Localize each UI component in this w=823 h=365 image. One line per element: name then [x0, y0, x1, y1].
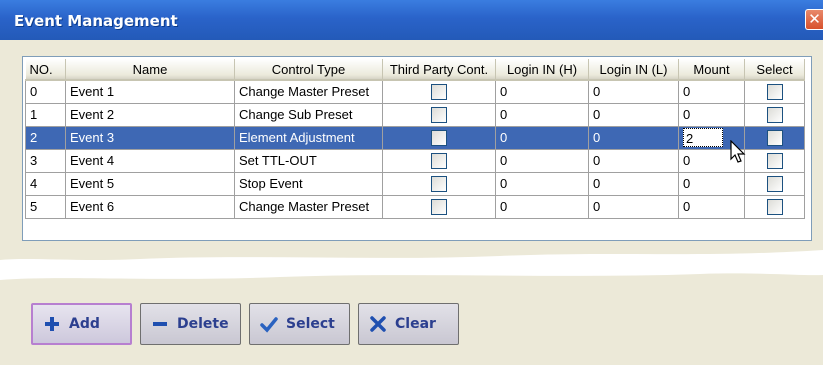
- header-mount[interactable]: Mount: [678, 59, 745, 81]
- cell-mount[interactable]: 0: [678, 172, 745, 196]
- select-checkbox[interactable]: [766, 152, 783, 169]
- mouse-pointer-icon: [730, 140, 746, 163]
- header-no[interactable]: NO.: [25, 59, 66, 81]
- cell-control-type[interactable]: Change Master Preset: [234, 195, 383, 219]
- third-party-checkbox[interactable]: [431, 198, 447, 215]
- select-checkbox[interactable]: [766, 175, 783, 192]
- select-checkbox[interactable]: [766, 198, 783, 215]
- header-name[interactable]: Name: [65, 59, 235, 81]
- cell-control-type[interactable]: Set TTL-OUT: [234, 149, 383, 173]
- delete-button[interactable]: Delete: [140, 303, 241, 345]
- cell-select: [744, 103, 805, 127]
- cell-select: [744, 149, 805, 173]
- cell-third-party: [382, 103, 496, 127]
- cell-control-type[interactable]: Element Adjustment: [234, 126, 383, 150]
- cell-login-h[interactable]: 0: [495, 103, 589, 127]
- cell-login-h[interactable]: 0: [495, 195, 589, 219]
- header-control-type[interactable]: Control Type: [234, 59, 383, 81]
- cell-mount[interactable]: 0: [678, 195, 745, 219]
- table-row[interactable]: 5 Event 6 Change Master Preset 0 0 0: [25, 195, 805, 219]
- cell-login-l[interactable]: 0: [588, 103, 679, 127]
- third-party-checkbox[interactable]: [431, 175, 447, 192]
- table-header-row: NO. Name Control Type Third Party Cont. …: [25, 59, 805, 81]
- cell-control-type[interactable]: Stop Event: [234, 172, 383, 196]
- header-login-h[interactable]: Login IN (H): [495, 59, 589, 81]
- mount-edit-input[interactable]: 2: [683, 128, 723, 147]
- cell-select: [744, 126, 805, 150]
- cell-control-type[interactable]: Change Master Preset: [234, 80, 383, 104]
- cell-login-l[interactable]: 0: [588, 149, 679, 173]
- cell-login-l[interactable]: 0: [588, 195, 679, 219]
- cell-third-party: [382, 172, 496, 196]
- third-party-checkbox[interactable]: [431, 106, 447, 123]
- cell-name[interactable]: Event 1: [65, 80, 235, 104]
- table-row[interactable]: 4 Event 5 Stop Event 0 0 0: [25, 172, 805, 196]
- cell-control-type[interactable]: Change Sub Preset: [234, 103, 383, 127]
- close-icon: ✕: [808, 10, 821, 28]
- select-checkbox[interactable]: [766, 129, 783, 146]
- cell-third-party: [382, 195, 496, 219]
- torn-edge-separator: [0, 246, 823, 288]
- table-row[interactable]: 1 Event 2 Change Sub Preset 0 0 0: [25, 103, 805, 127]
- cell-no: 0: [25, 80, 66, 104]
- third-party-checkbox[interactable]: [431, 152, 447, 169]
- cell-third-party: [382, 126, 496, 150]
- header-login-l[interactable]: Login IN (L): [588, 59, 679, 81]
- select-checkbox[interactable]: [766, 84, 783, 101]
- cell-name[interactable]: Event 2: [65, 103, 235, 127]
- cell-login-l[interactable]: 0: [588, 80, 679, 104]
- event-table-container: NO. Name Control Type Third Party Cont. …: [22, 56, 812, 241]
- cell-login-l[interactable]: 0: [588, 126, 679, 150]
- add-button[interactable]: Add: [31, 303, 132, 345]
- cell-third-party: [382, 80, 496, 104]
- cell-select: [744, 80, 805, 104]
- title-bar: Event Management ✕: [0, 0, 823, 41]
- clear-button-label: Clear: [395, 316, 436, 332]
- third-party-checkbox[interactable]: [431, 84, 447, 101]
- table-row[interactable]: 0 Event 1 Change Master Preset 0 0 0: [25, 80, 805, 104]
- cell-login-h[interactable]: 0: [495, 126, 589, 150]
- close-button[interactable]: ✕: [805, 9, 823, 30]
- minus-icon: [153, 322, 167, 326]
- event-table: NO. Name Control Type Third Party Cont. …: [25, 59, 805, 219]
- cell-no: 3: [25, 149, 66, 173]
- cell-no: 4: [25, 172, 66, 196]
- select-button[interactable]: Select: [249, 303, 350, 345]
- header-select[interactable]: Select: [744, 59, 805, 81]
- cell-mount[interactable]: 0: [678, 80, 745, 104]
- cell-login-l[interactable]: 0: [588, 172, 679, 196]
- cell-no: 1: [25, 103, 66, 127]
- table-row-selected[interactable]: 2 Event 3 Element Adjustment 0 0 2: [25, 126, 805, 150]
- cell-mount[interactable]: 0: [678, 103, 745, 127]
- cell-login-h[interactable]: 0: [495, 149, 589, 173]
- cell-login-h[interactable]: 0: [495, 172, 589, 196]
- window-title: Event Management: [14, 12, 178, 30]
- select-button-label: Select: [286, 316, 335, 332]
- cell-no: 2: [25, 126, 66, 150]
- cell-name[interactable]: Event 3: [65, 126, 235, 150]
- header-third-party[interactable]: Third Party Cont.: [382, 59, 496, 81]
- event-management-window: Event Management ✕ NO. Name Control Type…: [0, 0, 823, 365]
- cell-name[interactable]: Event 4: [65, 149, 235, 173]
- plus-icon: [45, 317, 59, 331]
- add-button-label: Add: [69, 316, 100, 332]
- clear-button[interactable]: Clear: [358, 303, 459, 345]
- table-row[interactable]: 3 Event 4 Set TTL-OUT 0 0 0: [25, 149, 805, 173]
- delete-button-label: Delete: [177, 316, 229, 332]
- checkmark-icon: [260, 317, 278, 333]
- x-icon: [370, 316, 386, 332]
- cell-select: [744, 172, 805, 196]
- cell-no: 5: [25, 195, 66, 219]
- cell-login-h[interactable]: 0: [495, 80, 589, 104]
- third-party-checkbox[interactable]: [431, 129, 447, 146]
- cell-third-party: [382, 149, 496, 173]
- select-checkbox[interactable]: [766, 106, 783, 123]
- cell-name[interactable]: Event 6: [65, 195, 235, 219]
- cell-select: [744, 195, 805, 219]
- cell-name[interactable]: Event 5: [65, 172, 235, 196]
